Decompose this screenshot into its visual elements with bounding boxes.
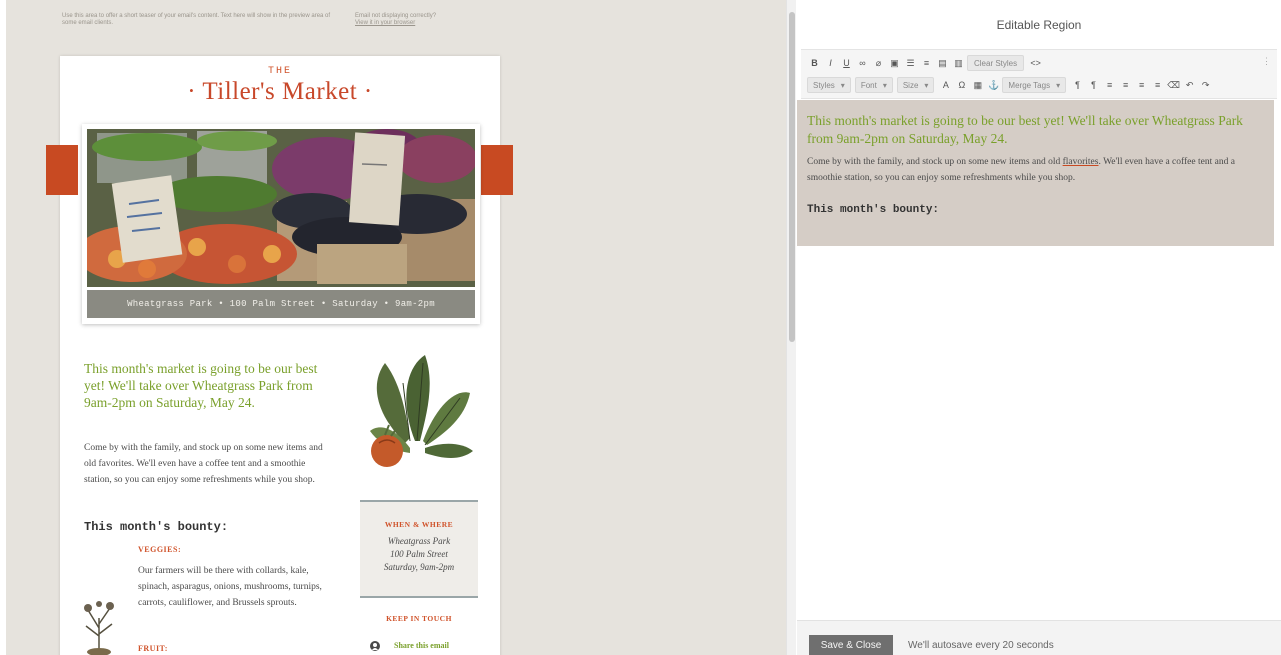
image-icon[interactable]: ▣ (887, 55, 902, 71)
vegetables-illustration (365, 353, 475, 471)
paste-text-icon[interactable]: ▥ (951, 55, 966, 71)
size-label: Size (902, 80, 919, 90)
sprout-illustration (78, 598, 120, 655)
when-where-box[interactable]: WHEN & WHERE Wheatgrass Park 100 Palm St… (360, 500, 478, 598)
numbered-list-icon[interactable]: ≡ (919, 55, 934, 71)
preview-scrollbar[interactable] (786, 0, 796, 655)
chevron-down-icon: ▾ (1056, 80, 1061, 90)
when-where-details: Wheatgrass Park 100 Palm Street Saturday… (360, 535, 478, 574)
photo-caption-bar: Wheatgrass Park • 100 Palm Street • Satu… (87, 290, 475, 318)
preheader-browser-link[interactable]: Email not displaying correctly? View it … (355, 13, 475, 27)
preview-edge (0, 0, 6, 655)
share-icon (370, 641, 380, 651)
align-left-icon[interactable]: ≡ (1102, 77, 1117, 93)
source-code-button[interactable]: <> (1028, 55, 1043, 71)
produce-photo-svg (87, 129, 475, 287)
editor-panel: Editable Region B I U ∞ ⌀ ▣ ☰ ≡ ▤ ▥ Clea… (797, 0, 1281, 655)
remove-format-icon[interactable]: ⌫ (1166, 77, 1181, 93)
fruit-label: FRUIT: (138, 644, 168, 653)
paste-icon[interactable]: ▤ (935, 55, 950, 71)
hero-photo-market-produce (87, 129, 475, 287)
preheader-display-text: Email not displaying correctly? (355, 13, 437, 19)
font-dropdown[interactable]: Font ▾ (854, 77, 893, 93)
veggies-text[interactable]: Our farmers will be there with collards,… (138, 563, 328, 611)
expand-icon[interactable]: ⋮ (1262, 56, 1271, 67)
logo-the: THE (267, 66, 292, 77)
app-root: Use this area to offer a short teaser of… (0, 0, 1281, 655)
ribbon-right (481, 145, 513, 195)
share-email-link[interactable]: Share this email (370, 640, 480, 654)
ltr-icon[interactable]: ¶ (1086, 77, 1101, 93)
underline-button[interactable]: U (839, 55, 854, 71)
editor-body-part1: Come by with the family, and stock up on… (807, 157, 1063, 167)
when-where-line2: 100 Palm Street (390, 549, 448, 559)
special-char-icon[interactable]: Ω (954, 77, 969, 93)
styles-dropdown[interactable]: Styles ▾ (807, 77, 851, 93)
font-label: Font (860, 80, 877, 90)
veggies-label: VEGGIES: (138, 545, 182, 554)
align-center-icon[interactable]: ≡ (1118, 77, 1133, 93)
misspelled-word[interactable]: flavorites (1063, 157, 1099, 167)
chard-beet-illustration (370, 355, 473, 467)
size-dropdown[interactable]: Size ▾ (896, 77, 935, 93)
anchor-icon[interactable]: ⚓ (986, 77, 1001, 93)
merge-tags-label: Merge Tags (1008, 80, 1051, 90)
editor-footer: Save & Close We'll autosave every 20 sec… (797, 620, 1281, 655)
hero-photo-frame[interactable]: Wheatgrass Park • 100 Palm Street • Satu… (82, 124, 480, 324)
chevron-down-icon: ▾ (924, 80, 929, 90)
text-color-icon[interactable]: A (938, 77, 953, 93)
when-where-line1: Wheatgrass Park (387, 536, 451, 546)
preheader-teaser: Use this area to offer a short teaser of… (62, 13, 331, 26)
merge-tags-dropdown[interactable]: Merge Tags ▾ (1002, 77, 1067, 93)
align-justify-icon[interactable]: ≡ (1150, 77, 1165, 93)
save-close-button[interactable]: Save & Close (809, 635, 893, 655)
email-preview-pane: Use this area to offer a short teaser of… (0, 0, 786, 655)
intro-heading[interactable]: This month's market is going to be our b… (84, 360, 324, 411)
bold-button[interactable]: B (807, 55, 822, 71)
preview-scroll-thumb[interactable] (789, 12, 795, 342)
ribbon-left (46, 145, 78, 195)
editor-body-text[interactable]: Come by with the family, and stock up on… (807, 154, 1267, 186)
sprout-svg (84, 601, 114, 655)
bounty-heading[interactable]: This month's bounty: (84, 520, 228, 534)
when-where-label: WHEN & WHERE (384, 520, 454, 529)
link-icon[interactable]: ∞ (855, 55, 870, 71)
view-in-browser-link[interactable]: View it in your browser (355, 20, 475, 27)
editor-heading-text[interactable]: This month's market is going to be our b… (807, 112, 1247, 148)
editor-bounty-heading[interactable]: This month's bounty: (807, 204, 939, 216)
bullet-list-icon[interactable]: ☰ (903, 55, 918, 71)
chevron-down-icon: ▾ (840, 80, 845, 90)
chevron-down-icon: ▾ (882, 80, 887, 90)
italic-button[interactable]: I (823, 55, 838, 71)
rich-text-toolbar: B I U ∞ ⌀ ▣ ☰ ≡ ▤ ▥ Clear Styles <> ⋮ St… (801, 49, 1277, 99)
clear-styles-button[interactable]: Clear Styles (967, 55, 1025, 71)
table-icon[interactable]: ▦ (970, 77, 985, 93)
share-email-text: Share this email (394, 641, 449, 650)
editable-content-area[interactable]: This month's market is going to be our b… (797, 100, 1274, 246)
keep-in-touch-label: KEEP IN TOUCH (386, 614, 452, 623)
editor-title: Editable Region (996, 18, 1082, 32)
intro-body[interactable]: Come by with the family, and stock up on… (84, 440, 324, 488)
autosave-notice: We'll autosave every 20 seconds (908, 640, 1054, 651)
toolbar-row-1: B I U ∞ ⌀ ▣ ☰ ≡ ▤ ▥ Clear Styles <> (807, 54, 1044, 72)
styles-label: Styles (813, 80, 835, 90)
toolbar-row-2: Styles ▾ Font ▾ Size ▾ A Ω ▦ ⚓ Merge Tags ▾ … (807, 76, 1214, 94)
redo-icon[interactable]: ↷ (1198, 77, 1213, 93)
when-where-line3: Saturday, 9am-2pm (383, 562, 455, 572)
align-right-icon[interactable]: ≡ (1134, 77, 1149, 93)
undo-icon[interactable]: ↶ (1182, 77, 1197, 93)
logo-title: · Tiller's Market · (187, 78, 373, 105)
rtl-icon[interactable]: ¶ (1070, 77, 1085, 93)
unlink-icon[interactable]: ⌀ (871, 55, 886, 71)
